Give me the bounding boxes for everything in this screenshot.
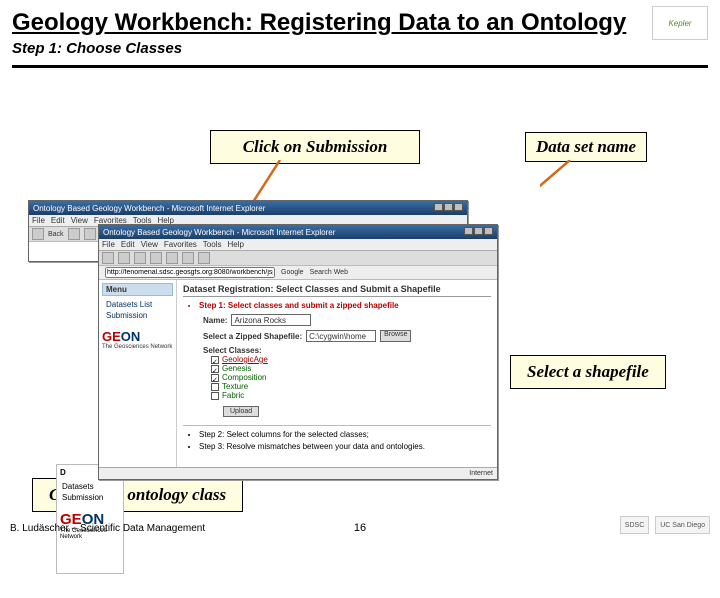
class-composition[interactable]: Composition <box>211 373 491 382</box>
back-button-icon[interactable] <box>32 228 44 240</box>
internet-zone-icon <box>457 469 466 478</box>
class-texture[interactable]: Texture <box>211 382 491 391</box>
ucsd-logo: UC San Diego <box>655 516 710 534</box>
class-fabric[interactable]: Fabric <box>211 391 491 400</box>
status-bar: Internet <box>99 467 497 479</box>
stop-button-icon[interactable] <box>134 252 146 264</box>
search-button-icon[interactable] <box>182 252 194 264</box>
back-sidebar-datasets[interactable]: Datasets <box>60 481 120 492</box>
footer: B. Ludäscher – Scientific Data Managemen… <box>10 516 710 534</box>
checkbox-icon[interactable] <box>211 365 219 373</box>
shapefile-input[interactable]: C:\cygwin\home <box>306 330 376 342</box>
geon-logo: GEON The Geosciences Network <box>102 329 173 350</box>
browser-window-front: Ontology Based Geology Workbench - Micro… <box>98 224 498 480</box>
sidebar: Menu Datasets List Submission GEON The G… <box>99 280 177 476</box>
classes-block: Select Classes: GeologicAge Genesis Comp… <box>203 346 491 400</box>
main-content: Dataset Registration: Select Classes and… <box>177 280 497 476</box>
slide-title: Geology Workbench: Registering Data to a… <box>12 9 626 37</box>
sidebar-menu-header: Menu <box>102 283 173 296</box>
step3-text: Step 3: Resolve mismatches between your … <box>199 442 491 451</box>
url-input[interactable] <box>105 267 275 278</box>
back-title-text: Ontology Based Geology Workbench - Micro… <box>33 204 265 213</box>
address-bar: Google Search Web <box>99 266 497 280</box>
name-label: Name: <box>203 316 227 325</box>
title-row: Geology Workbench: Registering Data to a… <box>0 0 720 40</box>
forward-button-icon[interactable] <box>118 252 130 264</box>
checkbox-icon[interactable] <box>211 392 219 400</box>
window-buttons[interactable] <box>463 227 493 237</box>
step2-text: Step 2: Select columns for the selected … <box>199 430 491 439</box>
window-buttons[interactable] <box>433 203 463 213</box>
arrow-choose-class <box>200 478 320 598</box>
sdsc-logo: SDSC <box>620 516 649 534</box>
page-header: Dataset Registration: Select Classes and… <box>183 284 491 297</box>
front-menubar[interactable]: FileEditViewFavoritesToolsHelp <box>99 239 497 251</box>
checkbox-icon[interactable] <box>211 383 219 391</box>
sidebar-item-datasets-list[interactable]: Datasets List <box>102 299 173 310</box>
callout-dataset-name: Data set name <box>525 132 647 162</box>
checkbox-icon[interactable] <box>211 374 219 382</box>
stop-button-icon[interactable] <box>84 228 96 240</box>
status-text: Internet <box>469 470 493 477</box>
front-toolbar[interactable] <box>99 251 497 266</box>
divider <box>183 425 491 426</box>
favorites-button-icon[interactable] <box>198 252 210 264</box>
class-genesis[interactable]: Genesis <box>211 364 491 373</box>
shapefile-label: Select a Zipped Shapefile: <box>203 332 302 341</box>
class-geologicage[interactable]: GeologicAge <box>211 355 491 364</box>
search-web-label[interactable]: Search Web <box>310 269 348 276</box>
home-button-icon[interactable] <box>166 252 178 264</box>
browse-button[interactable]: Browse <box>380 330 411 342</box>
google-toolbar-label: Google <box>281 269 304 276</box>
classes-header: Select Classes: <box>203 346 491 355</box>
back-sidebar-submission[interactable]: Submission <box>60 492 120 503</box>
sidebar-item-submission[interactable]: Submission <box>102 310 173 321</box>
kepler-logo: Kepler <box>652 6 708 40</box>
footer-author: B. Ludäscher – Scientific Data Managemen… <box>10 523 205 534</box>
arrow-dataset-name <box>540 160 720 360</box>
title-rule <box>12 65 708 68</box>
front-titlebar: Ontology Based Geology Workbench - Micro… <box>99 225 497 239</box>
back-button-icon[interactable] <box>102 252 114 264</box>
front-title-text: Ontology Based Geology Workbench - Micro… <box>103 228 335 237</box>
slide-subtitle: Step 1: Choose Classes <box>0 40 720 63</box>
back-titlebar: Ontology Based Geology Workbench - Micro… <box>29 201 467 215</box>
name-input[interactable]: Arizona Rocks <box>231 314 311 326</box>
page-number: 16 <box>354 522 366 534</box>
callout-submission: Click on Submission <box>210 130 420 164</box>
arrow-select-shapefile <box>510 370 650 410</box>
upload-button[interactable]: Upload <box>223 406 259 417</box>
step1-text: Step 1: Select classes and submit a zipp… <box>199 301 491 310</box>
checkbox-icon[interactable] <box>211 356 219 364</box>
refresh-button-icon[interactable] <box>150 252 162 264</box>
forward-button-icon[interactable] <box>68 228 80 240</box>
